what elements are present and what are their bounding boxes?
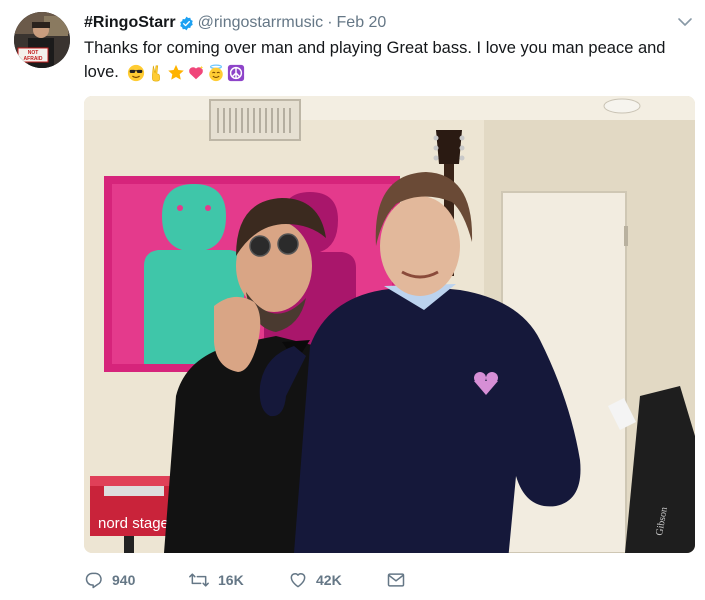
retweet-count: 16K <box>218 572 244 588</box>
sparkling-heart-icon <box>189 65 204 79</box>
tweet-text-block: Thanks for coming over man and playing G… <box>84 36 694 84</box>
heart-icon <box>290 573 306 588</box>
like-count: 42K <box>316 572 342 588</box>
emoji-row <box>127 64 245 82</box>
separator-dot: · <box>327 14 333 31</box>
retweet-button[interactable]: 16K <box>188 570 288 590</box>
photo-image: nord stage Gibson <box>84 96 695 553</box>
star-icon <box>168 64 185 80</box>
display-name[interactable]: #RingoStarr <box>84 14 176 32</box>
direct-message-button[interactable] <box>386 570 414 590</box>
verified-badge-icon <box>179 16 194 31</box>
peace-symbol-icon <box>228 64 245 81</box>
chevron-down-icon[interactable] <box>677 14 693 30</box>
retweet-icon <box>189 573 209 587</box>
tweet-actions: 940 16K 42K <box>84 568 414 592</box>
halo-face-icon <box>209 64 224 81</box>
avatar-image: NOT AFRAID <box>14 12 70 68</box>
svg-text:AFRAID: AFRAID <box>24 56 43 62</box>
user-handle[interactable]: @ringostarrmusic <box>198 14 324 32</box>
tweet-card: NOT AFRAID #RingoStarr @ringostarrmusic … <box>0 0 705 600</box>
tweet-timestamp[interactable]: Feb 20 <box>337 14 387 32</box>
tweet-header: #RingoStarr @ringostarrmusic · Feb 20 <box>84 12 693 34</box>
reply-icon <box>85 572 102 589</box>
cool-face-emoji-icon <box>128 64 145 81</box>
like-button[interactable]: 42K <box>288 570 386 590</box>
avatar[interactable]: NOT AFRAID <box>14 12 70 68</box>
tweet-photo[interactable]: nord stage Gibson <box>84 96 695 553</box>
reply-button[interactable]: 940 <box>84 570 188 590</box>
victory-hand-icon <box>152 65 161 82</box>
keyboard-brand-text: nord stage <box>98 515 169 532</box>
reply-count: 940 <box>112 572 136 588</box>
envelope-icon <box>387 573 405 587</box>
